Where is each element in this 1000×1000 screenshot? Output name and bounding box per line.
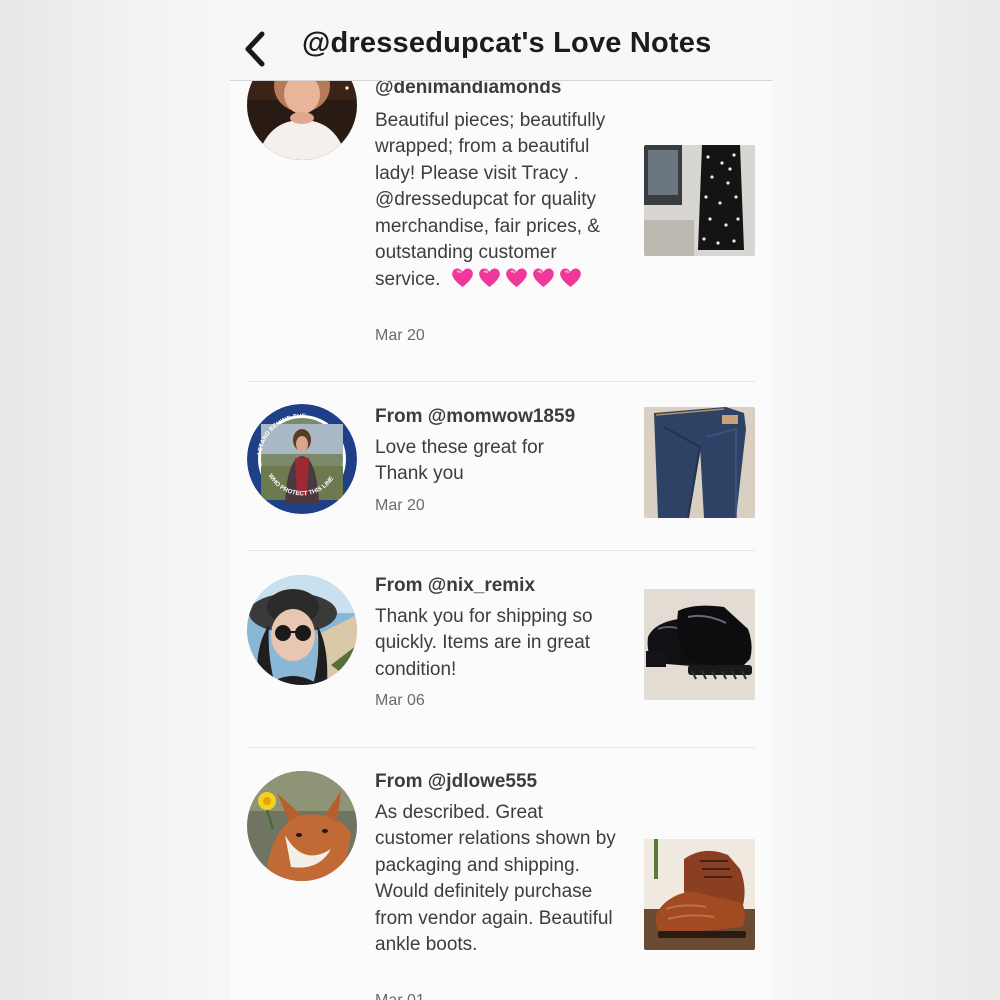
item-thumbnail[interactable] xyxy=(644,589,755,700)
love-note: From @nix_remix Thank you for shipping s… xyxy=(230,551,772,748)
heart-icon xyxy=(478,268,500,288)
note-message: Love these great for Thank you xyxy=(375,437,544,485)
heart-icon xyxy=(451,268,473,288)
note-date: Mar 20 xyxy=(375,497,425,514)
back-button[interactable] xyxy=(240,30,272,68)
chevron-left-icon xyxy=(245,31,265,67)
page-title: @dressedupcat's Love Notes xyxy=(302,27,712,59)
heart-icon xyxy=(505,268,527,288)
sparkling-heart-emojis xyxy=(450,266,585,297)
heart-icon xyxy=(559,268,581,288)
phone-screen: @dressedupcat's Love Notes @denimandiamo… xyxy=(230,0,772,1000)
user-avatar[interactable]: I STAND BEHIND THE WHO PROTECT THIS LINE xyxy=(247,404,357,514)
note-date: Mar 01 xyxy=(375,992,425,1000)
note-date: Mar 20 xyxy=(375,327,425,344)
note-message-text: Beautiful pieces; beautifully wrapped; f… xyxy=(375,110,606,291)
note-author[interactable]: From @momwow1859 xyxy=(375,406,575,428)
user-avatar[interactable] xyxy=(247,771,357,881)
item-thumbnail[interactable] xyxy=(644,407,755,518)
item-thumbnail[interactable] xyxy=(644,145,755,256)
note-author[interactable]: From @nix_remix xyxy=(375,575,535,597)
note-date: Mar 06 xyxy=(375,692,425,709)
app-header: @dressedupcat's Love Notes xyxy=(230,0,772,81)
item-thumbnail[interactable] xyxy=(644,839,755,950)
love-note: I STAND BEHIND THE WHO PROTECT THIS LINE… xyxy=(230,382,772,551)
love-note: From @jdlowe555 As described. Great cust… xyxy=(230,747,772,1000)
note-message: As described. Great customer relations s… xyxy=(375,802,616,956)
note-message: Beautiful pieces; beautifully wrapped; f… xyxy=(375,108,625,298)
note-author[interactable]: From @jdlowe555 xyxy=(375,771,537,793)
note-message: Thank you for shipping so quickly. Items… xyxy=(375,606,593,680)
user-avatar[interactable] xyxy=(247,575,357,685)
heart-icon xyxy=(532,268,554,288)
